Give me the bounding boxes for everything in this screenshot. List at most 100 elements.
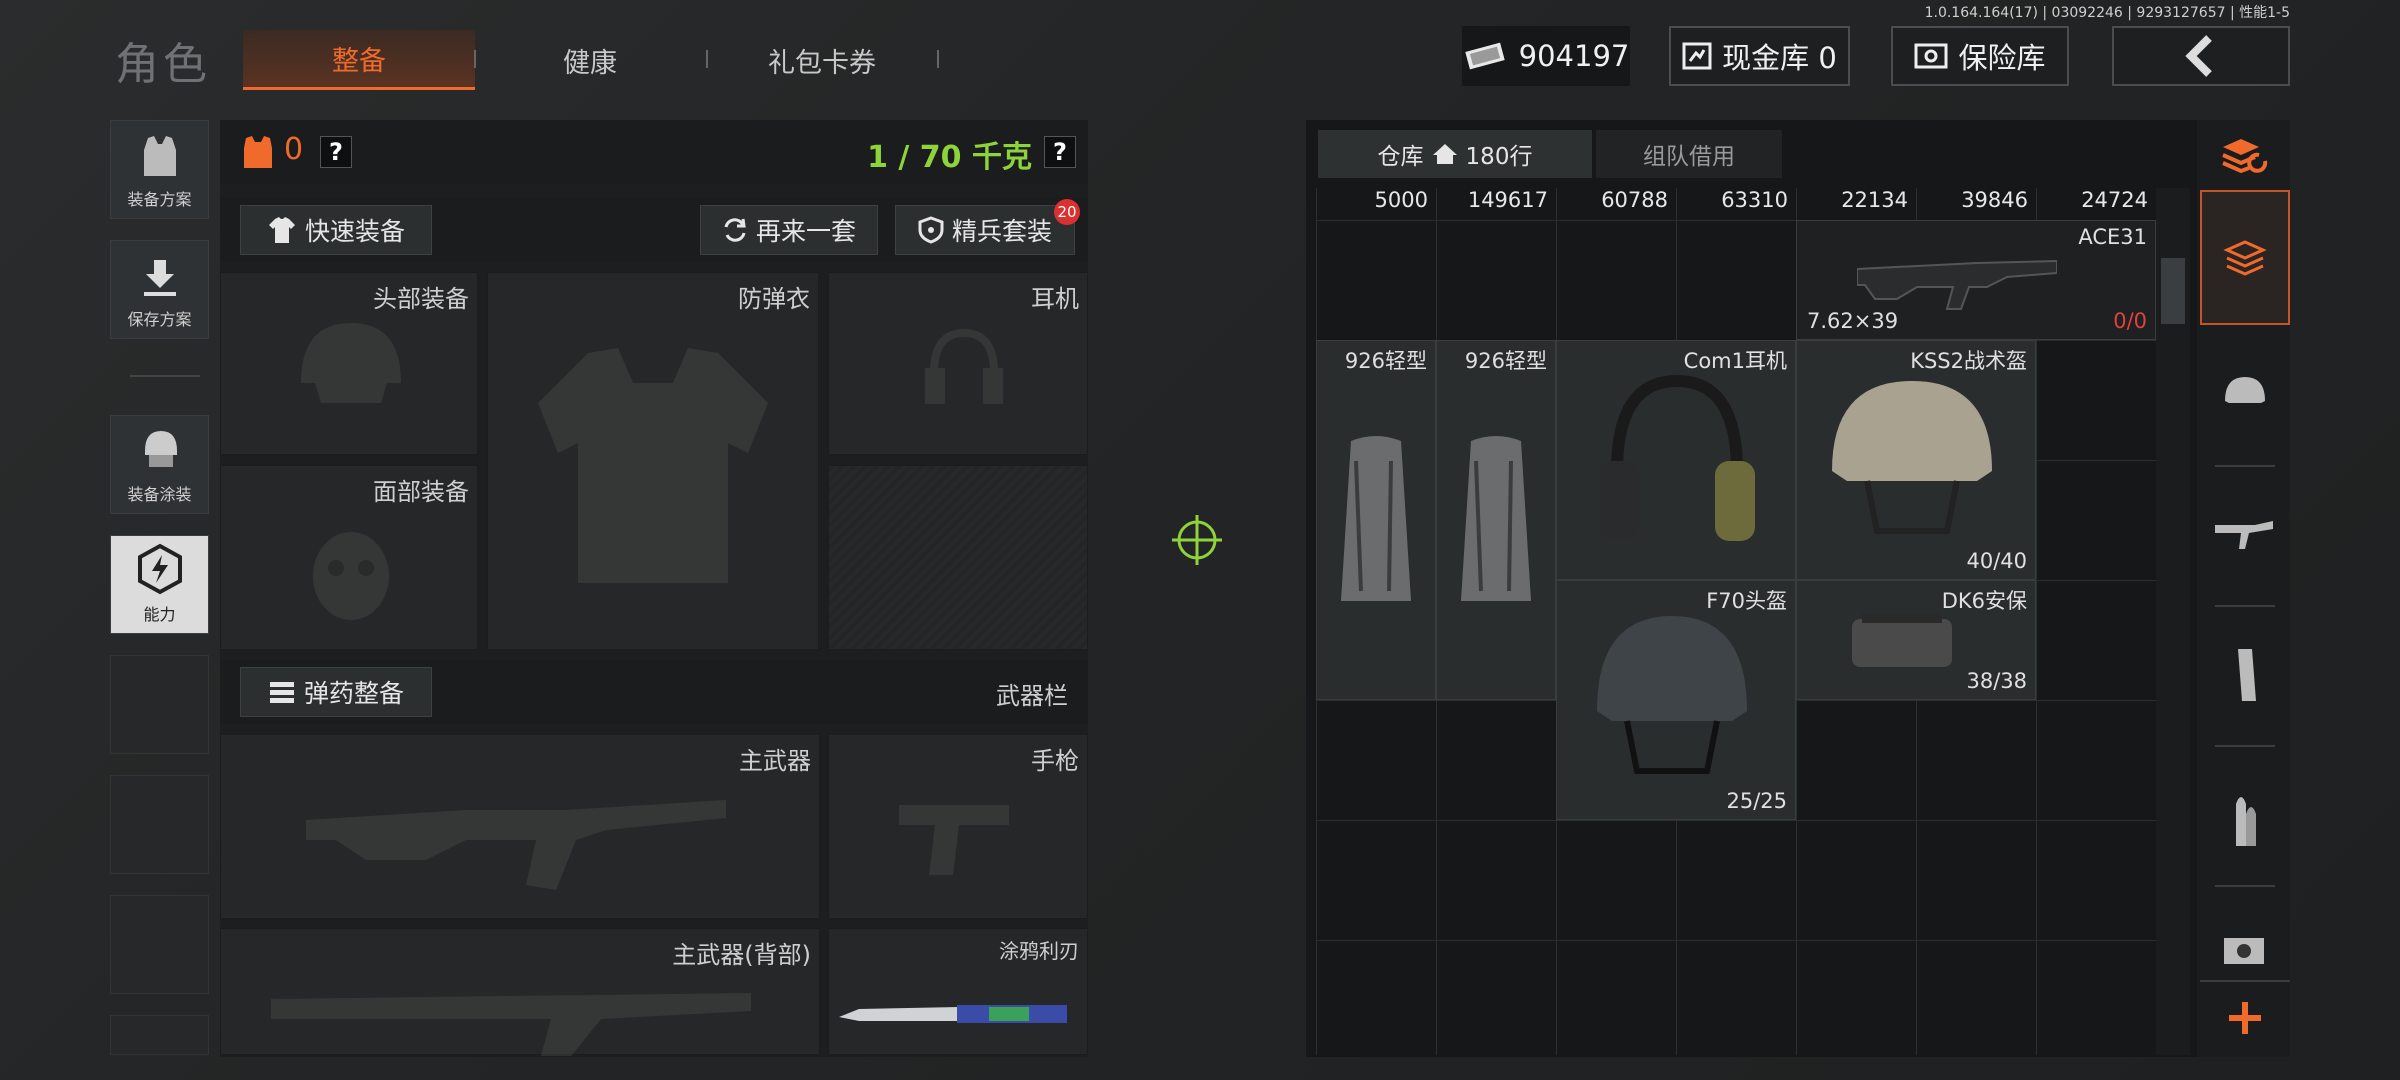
vest-icon <box>143 136 176 176</box>
back-arrow-icon <box>2185 35 2212 77</box>
item-ace31[interactable]: ACE31 7.62×39 0/0 <box>1796 220 2156 340</box>
sidebar-label: 能力 <box>143 605 176 624</box>
magazine-icon <box>2238 649 2256 701</box>
sidebar-divider <box>130 375 200 377</box>
elite-set-button[interactable]: 精兵套装 <box>895 205 1075 255</box>
knife-icon <box>839 1005 1067 1023</box>
version-info: 1.0.164.164(17) | 03092246 | 9293127657 … <box>1924 5 2290 21</box>
armor-count: 0 <box>284 132 304 167</box>
tab-gift-coupons[interactable]: 礼包卡券 <box>707 30 937 90</box>
helmet-icon <box>2225 377 2265 403</box>
category-add-button[interactable] <box>2200 980 2290 1054</box>
weight-help-icon[interactable]: ? <box>1044 136 1076 168</box>
sidebar-label: 装备涂装 <box>127 485 192 504</box>
slot-label: 手枪 <box>1031 747 1079 775</box>
slot-label: 涂鸦利刃 <box>999 939 1079 963</box>
ammo-equip-label: 弹药整备 <box>303 679 404 708</box>
helmet-icon <box>1597 616 1747 774</box>
item-ammo: 0/0 <box>2113 309 2147 333</box>
sidebar-empty-slot <box>110 775 209 874</box>
safe-icon <box>1914 43 1948 69</box>
tab-team-borrow[interactable]: 组队借用 <box>1596 130 1782 178</box>
slot-label: 面部装备 <box>373 478 469 506</box>
item-count: 63310 <box>1721 188 1788 212</box>
cash-vault-button[interactable]: 现金库 0 <box>1669 26 1850 86</box>
category-all[interactable] <box>2200 190 2290 325</box>
slot-armor[interactable]: 防弹衣 <box>487 272 819 650</box>
loadout-status-bar: 0 ? 1 / 70 千克 ? <box>220 120 1088 184</box>
backpack-icon <box>1341 436 1411 601</box>
cash-vault-label: 现金库 0 <box>1722 41 1837 75</box>
item-name: 926轻型 <box>1464 349 1547 373</box>
again-label: 再来一套 <box>755 217 856 246</box>
item-count: 39846 <box>1961 188 2028 212</box>
sidebar-loadout-plan[interactable]: 装备方案 <box>110 120 209 219</box>
headset-icon <box>1599 374 1755 541</box>
item-count: 5000 <box>1374 188 1428 212</box>
helmet-icon <box>1832 381 1992 534</box>
tab-loadout[interactable]: 整备 <box>243 30 475 90</box>
again-button[interactable]: 再来一套 <box>700 205 878 255</box>
elite-badge: 20 <box>1054 199 1080 225</box>
help-icon[interactable]: ? <box>320 136 352 168</box>
category-sort-button[interactable] <box>2200 112 2290 202</box>
slot-locked <box>828 465 1088 650</box>
vault-icon <box>1682 42 1712 70</box>
slot-label: 耳机 <box>1031 285 1079 313</box>
slot-head[interactable]: 头部装备 <box>220 272 478 455</box>
warehouse-rows: 180行 <box>1465 144 1533 170</box>
safe-box-button[interactable]: 保险库 <box>1891 26 2069 86</box>
slot-knife[interactable]: 涂鸦利刃 <box>828 928 1088 1055</box>
tab-health[interactable]: 健康 <box>475 30 705 90</box>
slot-label: 防弹衣 <box>738 285 810 313</box>
slot-face[interactable]: 面部装备 <box>220 465 478 650</box>
refresh-icon <box>724 218 746 242</box>
currency-amount: 904197 <box>1518 39 1630 73</box>
sidebar-label: 装备方案 <box>127 190 192 209</box>
category-weapon[interactable] <box>2200 490 2290 580</box>
item-name: ACE31 <box>2078 225 2147 249</box>
quick-equip-button[interactable]: 快速装备 <box>240 205 432 255</box>
category-divider <box>2215 745 2275 747</box>
item-durability: 38/38 <box>1966 669 2027 693</box>
slot-label: 主武器(背部) <box>672 941 811 969</box>
item-com1-headset[interactable]: Com1耳机 <box>1556 340 1796 580</box>
sidebar-empty-slot <box>110 655 209 754</box>
category-ammo[interactable] <box>2200 775 2290 865</box>
scope-icon <box>2224 938 2264 964</box>
slot-primary-weapon[interactable]: 主武器 <box>220 734 820 919</box>
slot-headset[interactable]: 耳机 <box>828 272 1088 455</box>
slot-primary-back[interactable]: 主武器(背部) <box>220 928 820 1056</box>
download-icon <box>143 260 176 296</box>
back-button[interactable] <box>2112 26 2290 86</box>
item-count: 24724 <box>2081 188 2148 212</box>
scrollbar-thumb[interactable] <box>2161 258 2185 324</box>
sidebar-label: 保存方案 <box>127 310 192 329</box>
item-durability: 25/25 <box>1726 789 1787 813</box>
category-magazine[interactable] <box>2200 630 2290 720</box>
item-count: 60788 <box>1601 188 1668 212</box>
vest-placeholder-icon <box>538 348 768 583</box>
item-caliber: 7.62×39 <box>1807 309 1899 333</box>
item-name: 926轻型 <box>1344 349 1427 373</box>
helmet-placeholder-icon <box>301 323 401 403</box>
tab-warehouse[interactable]: 仓库 180行 <box>1318 130 1592 178</box>
item-f70-helmet[interactable]: F70头盔 25/25 <box>1556 580 1796 820</box>
sidebar-save-plan[interactable]: 保存方案 <box>110 240 209 339</box>
item-kss2-helmet[interactable]: KSS2战术盔 40/40 <box>1796 340 2036 580</box>
rifle-icon <box>1857 259 2057 310</box>
slot-pistol[interactable]: 手枪 <box>828 734 1088 919</box>
item-926-light[interactable]: 926轻型 <box>1316 340 1436 700</box>
ammo-icon <box>269 682 294 703</box>
sidebar-skin[interactable]: 装备涂装 <box>110 415 209 514</box>
safe-box-label: 保险库 <box>1958 41 2046 75</box>
armor-icon <box>244 136 272 168</box>
lightning-icon <box>137 543 182 595</box>
slot-label: 头部装备 <box>373 285 469 313</box>
ammo-equip-button[interactable]: 弹药整备 <box>240 667 432 717</box>
item-dk6-security[interactable]: DK6安保 38/38 <box>1796 580 2036 700</box>
elite-set-label: 精兵套装 <box>951 217 1052 246</box>
item-926-light[interactable]: 926轻型 <box>1436 340 1556 700</box>
sidebar-ability[interactable]: 能力 <box>110 535 209 634</box>
category-helmet[interactable] <box>2200 350 2290 440</box>
